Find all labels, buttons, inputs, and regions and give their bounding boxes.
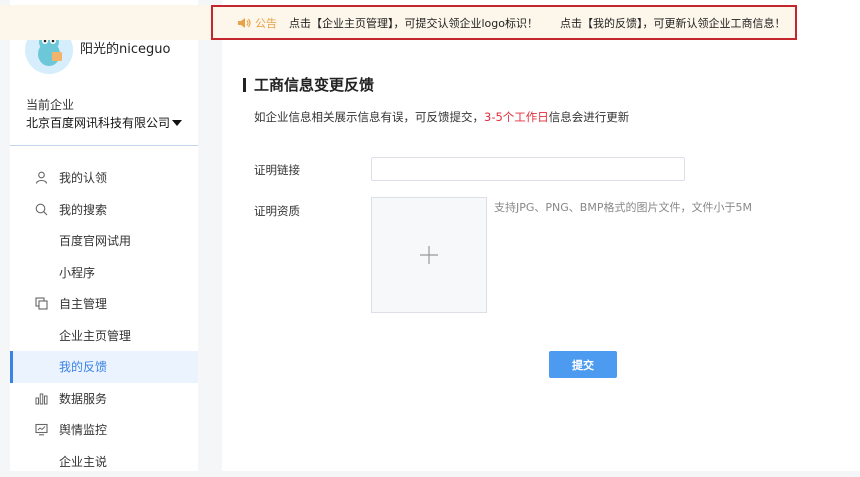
sidebar-item-label: 数据服务 [59, 390, 107, 407]
sidebar-item-label: 百度官网试用 [59, 232, 131, 249]
company-name: 北京百度网讯科技有限公司 [26, 114, 170, 131]
speaker-icon [237, 17, 251, 29]
description-text: 如企业信息相关展示信息有误，可反馈提交， [254, 110, 484, 124]
proof-credential-label: 证明资质 [254, 203, 300, 219]
proof-link-label: 证明链接 [254, 162, 300, 178]
sidebar-item-label: 我的搜索 [59, 201, 107, 218]
upload-hint: 支持JPG、PNG、BMP格式的图片文件，文件小于5M [494, 199, 752, 215]
proof-link-input[interactable] [371, 157, 685, 181]
main-content: 公告 点击【企业主页管理】，可提交认领企业logo标识！ 点击【我的反馈】，可更… [222, 0, 860, 471]
search-icon [34, 202, 48, 216]
description-highlight: 3-5个工作日 [484, 110, 549, 124]
copy-icon [34, 297, 48, 311]
sidebar-item-label: 企业主说 [59, 453, 107, 470]
sidebar-item-label: 舆情监控 [59, 421, 107, 438]
company-selector[interactable]: 北京百度网讯科技有限公司 [26, 114, 182, 131]
page-title-row: 工商信息变更反馈 [243, 74, 374, 95]
sidebar-item-my-claims[interactable]: 我的认领 [10, 162, 198, 194]
sidebar-item-label: 企业主页管理 [59, 327, 131, 344]
monitor-icon [34, 423, 48, 437]
sidebar-item-label: 自主管理 [59, 295, 107, 312]
plus-icon [419, 245, 439, 265]
sidebar-item-self-management[interactable]: 自主管理 [10, 288, 198, 320]
sidebar-item-homepage-management[interactable]: 企业主页管理 [10, 320, 198, 352]
announcement-message: 点击【我的反馈】，可更新认领企业工商信息！ [560, 15, 786, 31]
bar-chart-icon [34, 391, 48, 405]
sidebar-item-baidu-site-trial[interactable]: 百度官网试用 [10, 225, 198, 257]
sidebar-item-label: 我的反馈 [59, 358, 107, 375]
submit-button[interactable]: 提交 [549, 351, 617, 378]
current-company-label: 当前企业 [26, 96, 74, 113]
sidebar: 阳光的niceguo 当前企业 北京百度网讯科技有限公司 我的认领 我的搜索 百… [10, 0, 198, 471]
username: 阳光的niceguo [80, 38, 170, 57]
announcement-message: 点击【企业主页管理】，可提交认领企业logo标识！ [289, 15, 538, 31]
user-icon [34, 171, 48, 185]
page-description: 如企业信息相关展示信息有误，可反馈提交，3-5个工作日信息会进行更新 [254, 109, 629, 125]
sidebar-item-my-feedback[interactable]: 我的反馈 [10, 351, 198, 383]
sidebar-item-mini-program[interactable]: 小程序 [10, 257, 198, 289]
caret-down-icon [172, 120, 182, 126]
description-text: 信息会进行更新 [549, 110, 630, 124]
sidebar-item-my-search[interactable]: 我的搜索 [10, 194, 198, 226]
sidebar-item-label: 小程序 [59, 264, 95, 281]
sidebar-menu: 我的认领 我的搜索 百度官网试用 小程序 自主管理 企业主页管理 我的反馈 [10, 162, 198, 477]
page-title: 工商信息变更反馈 [254, 74, 374, 95]
title-accent-bar [243, 78, 246, 92]
announcement-tag: 公告 [255, 15, 277, 31]
image-upload-box[interactable] [371, 197, 487, 313]
announcement-bar: 公告 点击【企业主页管理】，可提交认领企业logo标识！ 点击【我的反馈】，可更… [211, 5, 797, 40]
sidebar-item-label: 我的认领 [59, 169, 107, 186]
sidebar-item-data-services[interactable]: 数据服务 [10, 383, 198, 415]
sidebar-item-sentiment-monitor[interactable]: 舆情监控 [10, 414, 198, 446]
sidebar-item-owner-talk[interactable]: 企业主说 [10, 446, 198, 477]
